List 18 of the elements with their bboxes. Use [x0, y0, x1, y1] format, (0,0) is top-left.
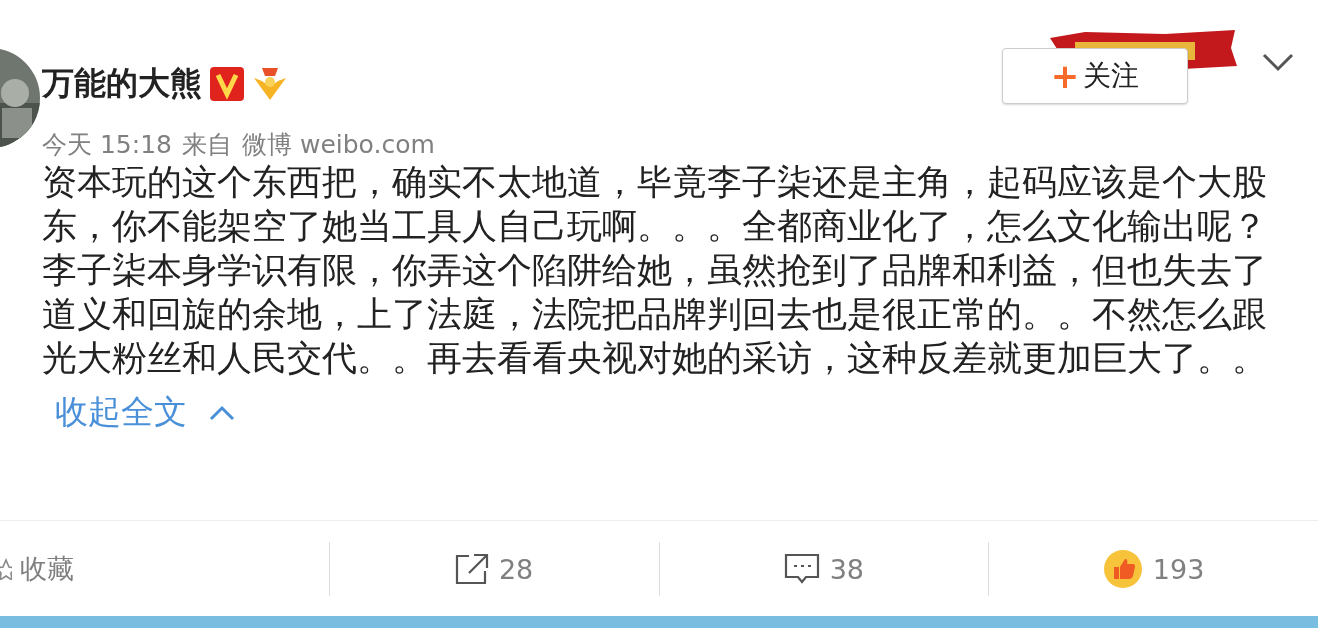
favorite-button[interactable]: 收藏 — [0, 542, 329, 596]
post-source[interactable]: 微博 weibo.com — [242, 128, 435, 161]
source-label: 来自 — [182, 129, 232, 161]
star-icon — [0, 558, 12, 580]
post-time: 今天 15:18 — [42, 129, 172, 161]
share-icon — [454, 553, 489, 585]
collapse-link[interactable]: 收起全文 — [55, 390, 187, 435]
chevron-down-icon[interactable] — [1262, 52, 1294, 72]
repost-button[interactable]: 28 — [328, 542, 659, 596]
user-name[interactable]: 万能的大熊 — [42, 62, 202, 106]
comment-icon — [783, 553, 820, 585]
follow-button[interactable]: +关注 — [1002, 48, 1188, 104]
thumbs-up-icon — [1102, 549, 1143, 589]
like-button[interactable]: 193 — [988, 542, 1318, 596]
post-text: 资本玩的这个东西把，确实不太地道，毕竟李子柒还是主角，起码应该是个大股东，你不能架空了她当工具人自己玩啊。。。全都商业化了，怎么文化输出呢？李子柒本身学识有限，你弄这个陷阱给她，虽然抢到了品牌和利益，但也失去了道义和回旋的余地，上了法庭，法院把品牌判回去也是很正常的。。不然怎么跟光大粉丝和人民交代。。再去看看央视对她的采访，这种反差就更加巨大了。。 — [42, 161, 1268, 380]
comment-button[interactable]: 38 — [658, 542, 989, 596]
chevron-up-icon[interactable] — [209, 404, 235, 421]
medal-icon — [252, 66, 288, 102]
